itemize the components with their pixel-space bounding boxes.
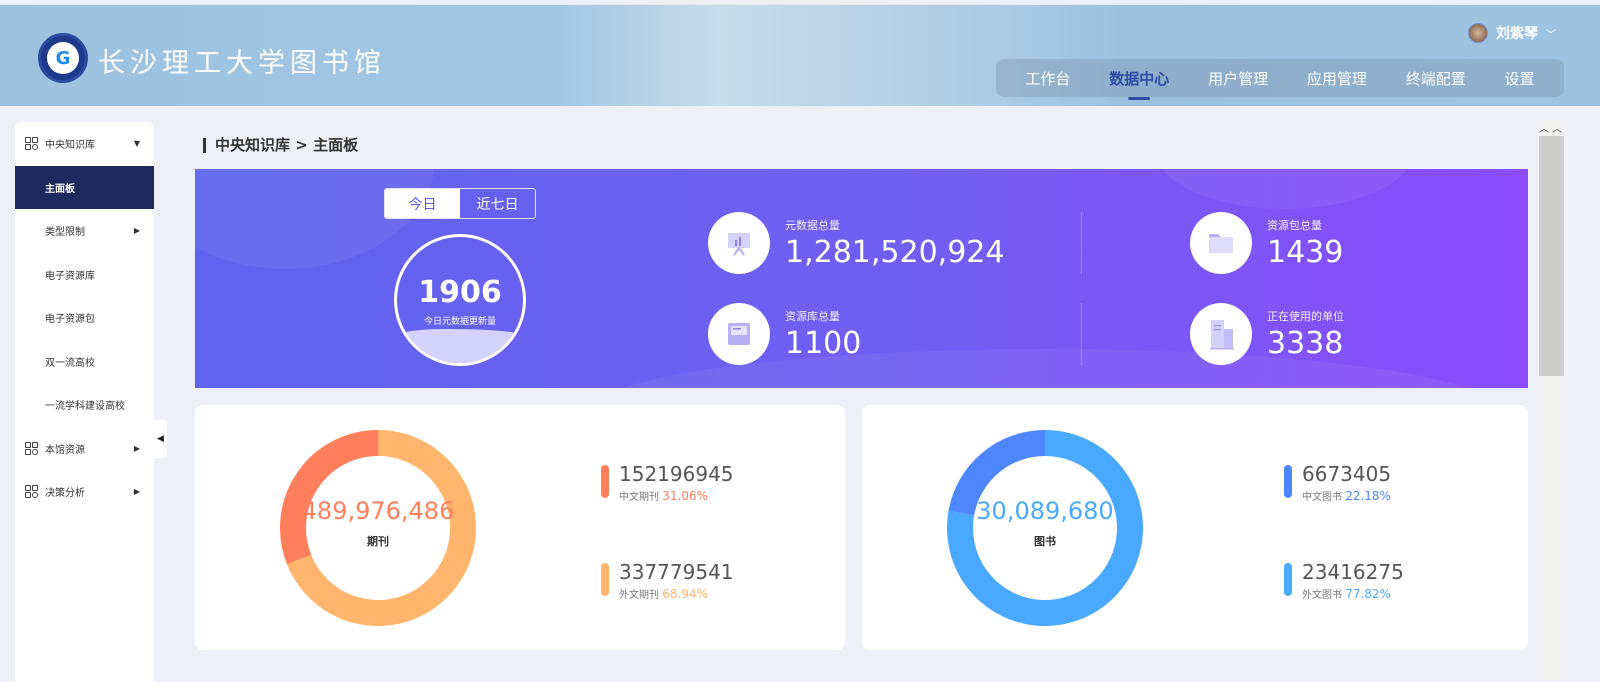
stat-value: 3338: [1267, 325, 1344, 361]
stat-value: 1100: [785, 325, 862, 361]
journal-title: 期刊: [367, 535, 389, 548]
stat-value: 1,281,520,924: [785, 234, 1005, 270]
legend-percent: 31.06%: [662, 489, 708, 503]
nav-workbench[interactable]: 工作台: [1025, 68, 1070, 89]
journal-total: 489,976,486: [301, 497, 455, 525]
legend-label: 中文期刊: [619, 492, 659, 503]
stat-package-total: 资源包总量 1439: [1190, 212, 1343, 274]
building-icon: [1190, 303, 1252, 365]
legend-item: 6673405 中文图书 22.18%: [1284, 463, 1391, 503]
period-tabs: 今日 近七日: [384, 188, 536, 219]
today-update-count: 1906: [418, 275, 502, 310]
avatar: [1468, 23, 1488, 43]
today-update-label: 今日元数据更新量: [423, 317, 496, 327]
sidebar-item-type-limit[interactable]: 类型限制 ▶: [15, 209, 154, 253]
stat-label: 资源库总量: [785, 309, 840, 323]
tab-last-7-days[interactable]: 近七日: [460, 189, 535, 218]
top-header: G 长沙理工大学图书馆 刘紫琴 ﹀ 工作台 数据中心 用户管理 应用管理 终端配…: [0, 4, 1600, 106]
sidebar-item-double-first-class[interactable]: 双一流高校: [15, 340, 154, 384]
legend-label: 中文图书: [1302, 492, 1342, 503]
sidebar-group-label: 本馆资源: [45, 444, 85, 456]
breadcrumb: 中央知识库 > 主面板: [203, 138, 358, 153]
sidebar-group-label: 决策分析: [45, 488, 85, 500]
legend-value: 23416275: [1302, 560, 1404, 584]
book-card: 30,089,680 图书 6673405 中文图书 22.18% 234162…: [862, 405, 1528, 650]
nav-user-management[interactable]: 用户管理: [1208, 68, 1268, 89]
legend-percent: 68.94%: [662, 587, 708, 601]
legend-item: 337779541 外文期刊 68.94%: [601, 561, 734, 601]
stat-metadata-total: 元数据总量 1,281,520,924: [708, 212, 1004, 274]
folder-icon: [1190, 212, 1252, 274]
vertical-scrollbar[interactable]: ︿ ︿: [1538, 120, 1565, 680]
summary-banner: 今日 近七日 1906 今日元数据更新量 元数据总量 1,281,520,924 …: [195, 169, 1528, 388]
divider: [1081, 303, 1082, 365]
scrollbar-thumb[interactable]: [1539, 136, 1564, 376]
sidebar-item-e-resource-library[interactable]: 电子资源库: [15, 253, 154, 297]
legend-item: 23416275 外文图书 77.82%: [1284, 561, 1404, 601]
legend-value: 337779541: [619, 560, 734, 584]
book-title: 图书: [1034, 535, 1056, 548]
stat-active-units: 正在使用的单位 3338: [1190, 303, 1344, 365]
sidebar-group-local-resources[interactable]: 本馆资源 ▶: [15, 427, 154, 471]
breadcrumb-parent[interactable]: 中央知识库: [215, 136, 290, 154]
legend-item: 152196945 中文期刊 31.06%: [601, 463, 734, 503]
legend-percent: 22.18%: [1345, 489, 1391, 503]
divider: [1081, 212, 1082, 274]
apps-icon: [25, 441, 38, 455]
apps-icon: [25, 137, 38, 151]
stat-library-total: 资源库总量 1100: [708, 303, 861, 365]
stat-label: 正在使用的单位: [1267, 309, 1344, 323]
sidebar-group-label: 中央知识库: [45, 140, 95, 152]
sidebar-item-label: 类型限制: [45, 227, 85, 239]
apps-icon: [25, 485, 38, 499]
sidebar: 中央知识库 ▼ 主面板 类型限制 ▶ 电子资源库 电子资源包 双一流高校 一流学科…: [15, 122, 154, 682]
university-logo: G: [38, 33, 88, 83]
user-menu[interactable]: 刘紫琴 ﹀: [1468, 23, 1556, 43]
caret-right-icon: ▶: [133, 443, 140, 453]
caret-down-icon: ▼: [133, 139, 140, 149]
tab-today[interactable]: 今日: [385, 189, 460, 218]
nav-app-management[interactable]: 应用管理: [1307, 68, 1367, 89]
caret-right-icon: ▶: [133, 226, 140, 236]
collapse-sidebar-button[interactable]: ◀: [154, 420, 167, 458]
nav-data-center[interactable]: 数据中心: [1109, 68, 1169, 100]
chevron-down-icon: ﹀: [1546, 29, 1556, 41]
scroll-up-icon[interactable]: ︿: [1538, 120, 1550, 135]
legend-label: 外文图书: [1302, 590, 1342, 601]
journal-card: 489,976,486 期刊 152196945 中文期刊 31.06% 337…: [195, 405, 845, 650]
legend-label: 外文期刊: [619, 590, 659, 601]
legend-value: 6673405: [1302, 462, 1392, 486]
stat-label: 资源包总量: [1267, 218, 1322, 232]
nav-settings[interactable]: 设置: [1505, 68, 1535, 89]
breadcrumb-separator: >: [295, 136, 308, 154]
sidebar-item-dashboard[interactable]: 主面板: [15, 165, 154, 209]
stat-label: 元数据总量: [785, 218, 840, 232]
sidebar-group-decision-analysis[interactable]: 决策分析 ▶: [15, 470, 154, 514]
user-name: 刘紫琴: [1496, 26, 1538, 42]
presentation-chart-icon: [708, 212, 770, 274]
library-name: 长沙理工大学图书馆: [98, 48, 386, 79]
scroll-up-icon[interactable]: ︿: [1551, 120, 1563, 135]
today-update-gauge: 1906 今日元数据更新量: [394, 234, 526, 366]
caret-right-icon: ▶: [133, 487, 140, 497]
book-total: 30,089,680: [976, 497, 1114, 525]
inbox-tray-icon: [708, 303, 770, 365]
sidebar-item-first-class-discipline[interactable]: 一流学科建设高校: [15, 383, 154, 427]
breadcrumb-current: 主面板: [313, 136, 359, 154]
main-nav: 工作台 数据中心 用户管理 应用管理 终端配置 设置: [996, 59, 1564, 100]
stat-value: 1439: [1267, 234, 1344, 270]
sidebar-item-e-resource-package[interactable]: 电子资源包: [15, 296, 154, 340]
sidebar-group-central-knowledge[interactable]: 中央知识库 ▼: [15, 122, 154, 166]
nav-terminal-config[interactable]: 终端配置: [1406, 68, 1466, 89]
legend-percent: 77.82%: [1345, 587, 1391, 601]
legend-value: 152196945: [619, 462, 734, 486]
